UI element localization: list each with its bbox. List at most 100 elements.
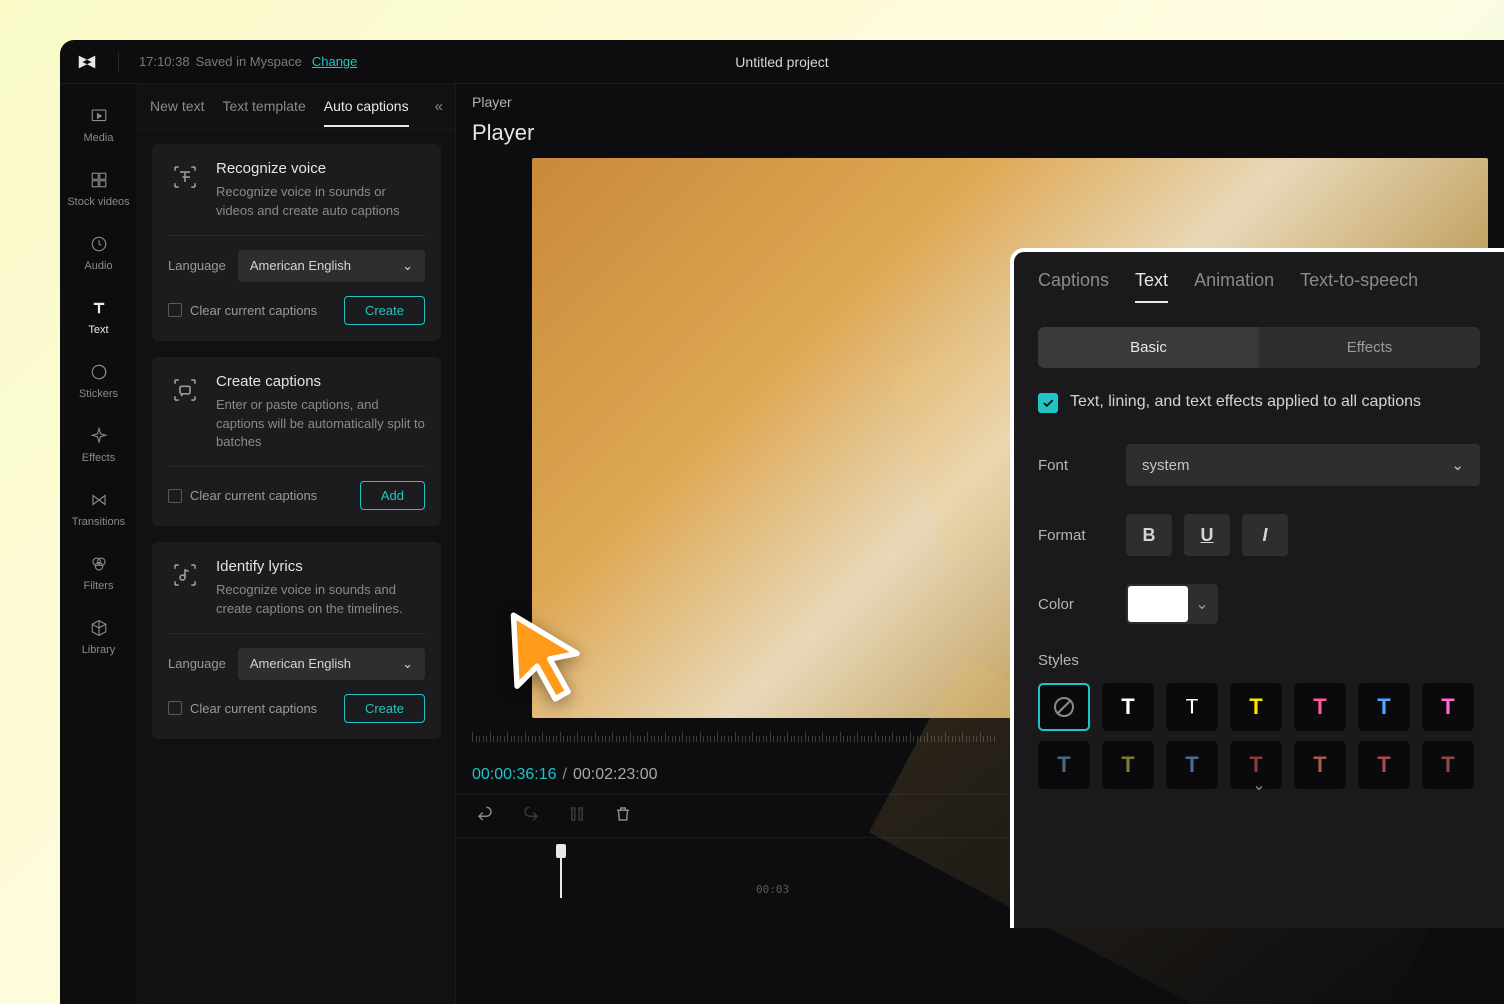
style-preset[interactable]: T: [1422, 741, 1474, 789]
grid-icon: [89, 170, 109, 190]
sidebar-item-stickers[interactable]: Stickers: [60, 354, 137, 408]
sidebar-item-filters[interactable]: Filters: [60, 546, 137, 600]
sidebar-item-media[interactable]: Media: [60, 98, 137, 152]
sidebar-item-audio[interactable]: Audio: [60, 226, 137, 280]
cube-icon: [89, 618, 109, 638]
style-preset[interactable]: T: [1038, 741, 1090, 789]
style-preset[interactable]: T: [1358, 683, 1410, 731]
tab-captions[interactable]: Captions: [1038, 270, 1109, 303]
tab-text-template[interactable]: Text template: [222, 87, 305, 127]
checkbox-icon: [168, 303, 182, 317]
recognize-icon: [168, 160, 202, 194]
checkbox-icon: [168, 489, 182, 503]
panel-tabs: New text Text template Auto captions «: [138, 84, 455, 130]
transition-icon: [89, 490, 109, 510]
text-icon: [89, 298, 109, 318]
inspector-subtabs: Basic Effects: [1038, 327, 1480, 368]
style-preset[interactable]: T: [1230, 683, 1282, 731]
clear-captions-checkbox-2[interactable]: Clear current captions: [168, 488, 317, 503]
change-link[interactable]: Change: [312, 54, 358, 69]
style-preset[interactable]: T: [1294, 683, 1346, 731]
sidebar-item-text[interactable]: Text: [60, 290, 137, 344]
trash-icon[interactable]: [614, 805, 632, 828]
sidebar-item-stock[interactable]: Stock videos: [60, 162, 137, 216]
identify-lyrics-card: Identify lyrics Recognize voice in sound…: [152, 542, 441, 739]
create-captions-card: Create captions Enter or paste captions,…: [152, 357, 441, 527]
style-none[interactable]: [1038, 683, 1090, 731]
sticker-icon: [89, 362, 109, 382]
capcut-logo: [76, 51, 98, 73]
underline-button[interactable]: U: [1184, 514, 1230, 556]
timecode-current: 00:00:36:16: [472, 766, 557, 784]
audio-icon: [89, 234, 109, 254]
lyrics-title: Identify lyrics: [216, 558, 425, 575]
language-select[interactable]: American English ⌄: [238, 250, 425, 282]
chevron-down-icon: ⌄: [1188, 594, 1216, 614]
checkbox-checked-icon: [1038, 393, 1058, 413]
divider: [118, 52, 119, 72]
sidebar-item-effects[interactable]: Effects: [60, 418, 137, 472]
sidebar: Media Stock videos Audio Text Stickers E…: [60, 84, 138, 1004]
font-label: Font: [1038, 457, 1126, 474]
color-picker[interactable]: ⌄: [1126, 584, 1218, 624]
style-preset[interactable]: T: [1358, 741, 1410, 789]
tab-new-text[interactable]: New text: [150, 87, 204, 127]
bold-button[interactable]: B: [1126, 514, 1172, 556]
saved-text: Saved in Myspace: [196, 54, 302, 69]
language-label-2: Language: [168, 656, 226, 671]
chevron-down-icon: ⌄: [402, 656, 413, 672]
subtab-basic[interactable]: Basic: [1038, 327, 1259, 368]
inspector-tabs: Captions Text Animation Text-to-speech: [1038, 270, 1480, 303]
style-preset[interactable]: T: [1102, 741, 1154, 789]
create-button-2[interactable]: Create: [344, 694, 425, 723]
tab-animation[interactable]: Animation: [1194, 270, 1274, 303]
chevron-down-icon: ⌄: [1451, 456, 1464, 474]
apply-all-row[interactable]: Text, lining, and text effects applied t…: [1038, 390, 1480, 414]
clear-captions-checkbox-3[interactable]: Clear current captions: [168, 701, 317, 716]
filters-icon: [89, 554, 109, 574]
style-preset[interactable]: T: [1294, 741, 1346, 789]
text-inspector: Captions Text Animation Text-to-speech B…: [1010, 248, 1504, 928]
add-button[interactable]: Add: [360, 481, 425, 510]
tab-tts[interactable]: Text-to-speech: [1300, 270, 1418, 303]
chevron-down-icon[interactable]: ⌄: [1252, 775, 1265, 795]
subtab-effects[interactable]: Effects: [1259, 327, 1480, 368]
clear-captions-checkbox[interactable]: Clear current captions: [168, 303, 317, 318]
tab-auto-captions[interactable]: Auto captions: [324, 87, 409, 127]
format-row: Format B U I: [1038, 514, 1480, 556]
recognize-voice-card: Recognize voice Recognize voice in sound…: [152, 144, 441, 341]
style-preset[interactable]: T: [1166, 741, 1218, 789]
recognize-title: Recognize voice: [216, 160, 425, 177]
playhead[interactable]: [556, 844, 566, 898]
style-preset[interactable]: T: [1102, 683, 1154, 731]
project-title: Untitled project: [735, 54, 828, 70]
language-select-2[interactable]: American English ⌄: [238, 648, 425, 680]
sidebar-item-transitions[interactable]: Transitions: [60, 482, 137, 536]
tutorial-cursor-icon: [502, 608, 594, 713]
create-button[interactable]: Create: [344, 296, 425, 325]
format-label: Format: [1038, 527, 1126, 544]
style-preset[interactable]: T: [1166, 683, 1218, 731]
recognize-desc: Recognize voice in sounds or videos and …: [216, 183, 425, 221]
collapse-icon[interactable]: «: [435, 98, 443, 115]
tab-text[interactable]: Text: [1135, 270, 1168, 303]
sparkle-icon: [89, 426, 109, 446]
font-select[interactable]: system ⌄: [1126, 444, 1480, 486]
timeline-tick-label: 00:03: [756, 883, 789, 896]
panel-body: Recognize voice Recognize voice in sound…: [138, 130, 455, 753]
redo-icon: [522, 805, 540, 828]
captions-icon: [168, 373, 202, 407]
player-tab-label: Player: [472, 94, 1488, 110]
create-captions-desc: Enter or paste captions, and captions wi…: [216, 396, 425, 453]
player-title: Player: [472, 120, 1488, 146]
style-preset[interactable]: T: [1422, 683, 1474, 731]
styles-grid: T T T T T T: [1038, 683, 1480, 731]
font-row: Font system ⌄: [1038, 444, 1480, 486]
sidebar-item-library[interactable]: Library: [60, 610, 137, 664]
italic-button[interactable]: I: [1242, 514, 1288, 556]
lyrics-desc: Recognize voice in sounds and create cap…: [216, 581, 425, 619]
left-panel: New text Text template Auto captions « R…: [138, 84, 456, 1004]
timecode-total: 00:02:23:00: [573, 766, 658, 784]
color-row: Color ⌄: [1038, 584, 1480, 624]
undo-icon[interactable]: [476, 805, 494, 828]
